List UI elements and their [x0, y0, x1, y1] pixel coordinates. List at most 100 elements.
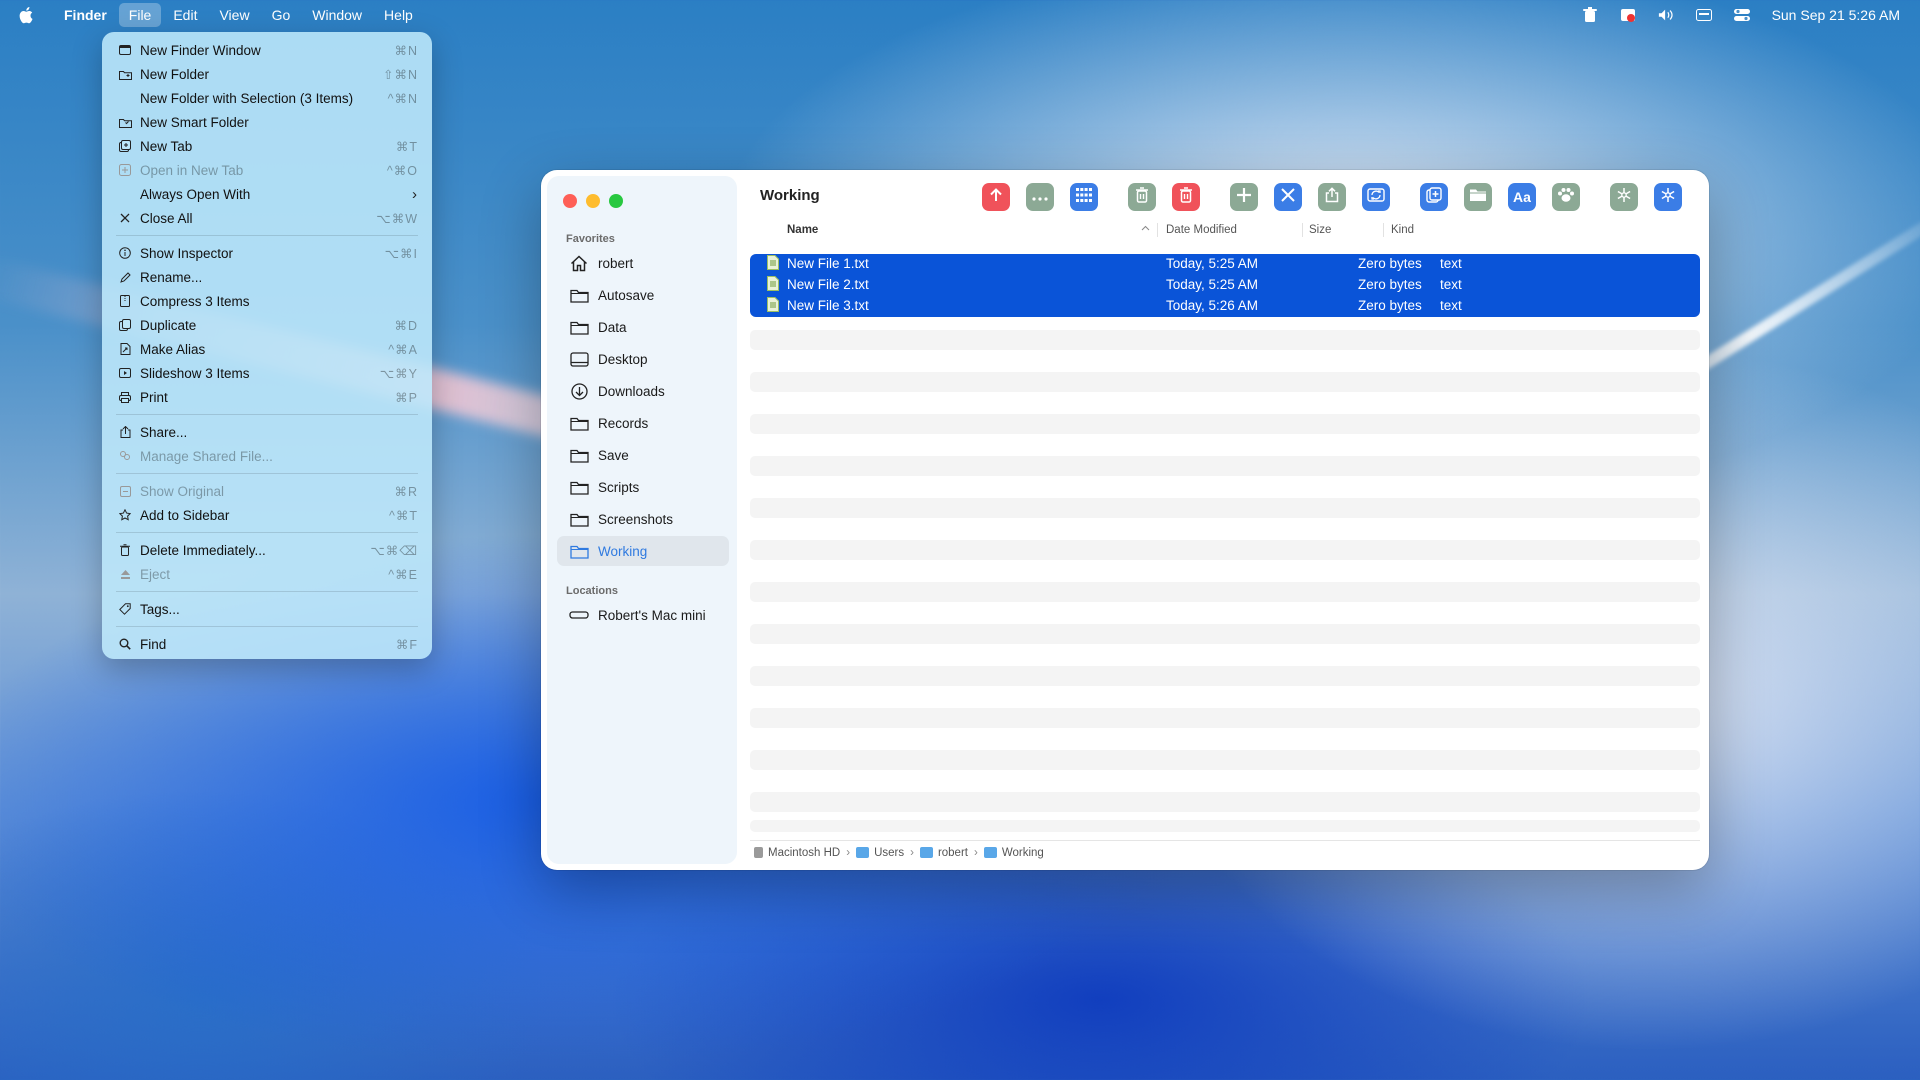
sidebar-item-save[interactable]: Save	[557, 440, 729, 470]
menu-item-show-original[interactable]: Show Original ⌘R	[102, 479, 432, 503]
new-window-toolbar-button[interactable]	[1420, 183, 1448, 211]
menu-separator	[116, 473, 418, 474]
table-row[interactable]: New File 1.txt Today, 5:25 AM Zero bytes…	[750, 254, 1700, 275]
folder-toolbar-button[interactable]	[1464, 183, 1492, 211]
menu-item-eject[interactable]: Eject ^⌘E	[102, 562, 432, 586]
sidebar-item-screenshots[interactable]: Screenshots	[557, 504, 729, 534]
menu-finder[interactable]: Finder	[54, 3, 117, 27]
text-aa-icon: Aa	[1513, 189, 1531, 205]
menu-item-tags[interactable]: Tags...	[102, 597, 432, 621]
info-icon	[118, 246, 132, 260]
menu-item-slideshow[interactable]: Slideshow 3 Items ⌥⌘Y	[102, 361, 432, 385]
sidebar-item-working[interactable]: Working	[557, 536, 729, 566]
sidebar-item-downloads[interactable]: Downloads	[557, 376, 729, 406]
original-icon	[118, 484, 132, 498]
new-window-icon	[118, 43, 132, 57]
smart-folder-icon	[118, 115, 132, 129]
empty-row-stripe	[750, 820, 1700, 832]
refresh-toolbar-button[interactable]	[1362, 183, 1390, 211]
menu-item-manage-shared-file[interactable]: Manage Shared File...	[102, 444, 432, 468]
trash-status-icon[interactable]	[1582, 6, 1598, 23]
menu-item-always-open-with[interactable]: Always Open With ›	[102, 182, 432, 206]
sidebar-item-mac-mini[interactable]: Robert's Mac mini	[557, 600, 729, 630]
menu-window[interactable]: Window	[302, 3, 372, 27]
menu-go[interactable]: Go	[262, 3, 301, 27]
snowflake-blue-toolbar-button[interactable]	[1654, 183, 1682, 211]
menu-bar: Finder File Edit View Go Window Help Sun…	[0, 0, 1920, 29]
column-header: Name Date Modified Size Kind	[755, 220, 1703, 242]
menu-separator	[116, 235, 418, 236]
snowflake-toolbar-button[interactable]	[1610, 183, 1638, 211]
add-toolbar-button[interactable]	[1230, 183, 1258, 211]
menu-item-add-to-sidebar[interactable]: Add to Sidebar ^⌘T	[102, 503, 432, 527]
chevron-right-icon: ›	[846, 846, 851, 859]
text-file-icon	[767, 255, 779, 273]
paw-icon	[1557, 187, 1575, 208]
grid-toolbar-button[interactable]	[1070, 183, 1098, 211]
menu-item-close-all[interactable]: Close All ⌥⌘W	[102, 206, 432, 230]
control-center-icon[interactable]	[1733, 7, 1750, 23]
sidebar-item-scripts[interactable]: Scripts	[557, 472, 729, 502]
new-tab-icon	[118, 139, 132, 153]
sidebar-item-robert[interactable]: robert	[557, 248, 729, 278]
table-row[interactable]: New File 2.txt Today, 5:25 AM Zero bytes…	[750, 275, 1700, 296]
menu-item-make-alias[interactable]: Make Alias ^⌘A	[102, 337, 432, 361]
empty-row-stripe	[750, 708, 1700, 728]
app-status-icon[interactable]	[1620, 7, 1636, 23]
table-row[interactable]: New File 3.txt Today, 5:26 AM Zero bytes…	[750, 296, 1700, 317]
menu-item-new-smart-folder[interactable]: New Smart Folder	[102, 110, 432, 134]
menu-item-new-tab[interactable]: New Tab ⌘T	[102, 134, 432, 158]
menu-item-new-finder-window[interactable]: New Finder Window ⌘N	[102, 38, 432, 62]
file-size: Zero bytes	[1358, 256, 1422, 271]
trash-icon	[118, 543, 132, 557]
sidebar-item-records[interactable]: Records	[557, 408, 729, 438]
menu-item-new-folder-selection[interactable]: New Folder with Selection (3 Items) ^⌘N	[102, 86, 432, 110]
sidebar-item-data[interactable]: Data	[557, 312, 729, 342]
menu-edit[interactable]: Edit	[163, 3, 207, 27]
menu-item-compress[interactable]: Compress 3 Items	[102, 289, 432, 313]
trash-toolbar-button[interactable]	[1128, 183, 1156, 211]
upload-toolbar-button[interactable]	[982, 183, 1010, 211]
zoom-window-button[interactable]	[609, 194, 623, 208]
menu-item-share[interactable]: Share...	[102, 420, 432, 444]
path-segment-users[interactable]: Users	[856, 847, 904, 859]
column-date-modified[interactable]: Date Modified	[1166, 224, 1237, 236]
paw-toolbar-button[interactable]	[1552, 183, 1580, 211]
menu-item-show-inspector[interactable]: Show Inspector ⌥⌘I	[102, 241, 432, 265]
menu-file[interactable]: File	[118, 2, 162, 27]
display-icon[interactable]	[1695, 7, 1712, 23]
share-toolbar-button[interactable]	[1318, 183, 1346, 211]
close-window-button[interactable]	[563, 194, 577, 208]
path-segment-working[interactable]: Working	[983, 847, 1044, 859]
menu-item-delete-immediately[interactable]: Delete Immediately... ⌥⌘⌫	[102, 538, 432, 562]
empty-row-stripe	[750, 750, 1700, 770]
menu-clock[interactable]: Sun Sep 21 5:26 AM	[1772, 7, 1900, 23]
menu-item-open-in-new-tab[interactable]: Open in New Tab ^⌘O	[102, 158, 432, 182]
column-size[interactable]: Size	[1309, 224, 1331, 236]
menu-item-rename[interactable]: Rename...	[102, 265, 432, 289]
menu-help[interactable]: Help	[374, 3, 423, 27]
menu-item-duplicate[interactable]: Duplicate ⌘D	[102, 313, 432, 337]
path-segment-robert[interactable]: robert	[919, 847, 968, 859]
delete-toolbar-button[interactable]	[1172, 183, 1200, 211]
close-icon	[118, 211, 132, 225]
file-kind: text	[1440, 298, 1462, 313]
menu-view[interactable]: View	[209, 3, 259, 27]
column-kind[interactable]: Kind	[1391, 224, 1414, 236]
menu-item-print[interactable]: Print ⌘P	[102, 385, 432, 409]
volume-icon[interactable]	[1658, 7, 1674, 23]
cancel-toolbar-button[interactable]	[1274, 183, 1302, 211]
apple-icon[interactable]	[18, 6, 36, 24]
sidebar-item-desktop[interactable]: Desktop	[557, 344, 729, 374]
more-toolbar-button[interactable]	[1026, 183, 1054, 211]
column-name[interactable]: Name	[787, 224, 818, 236]
font-toolbar-button[interactable]: Aa	[1508, 183, 1536, 211]
minimize-window-button[interactable]	[586, 194, 600, 208]
grid-icon	[1076, 187, 1092, 207]
sidebar-item-autosave[interactable]: Autosave	[557, 280, 729, 310]
menu-item-find[interactable]: Find ⌘F	[102, 632, 432, 656]
menu-item-new-folder[interactable]: New Folder ⇧⌘N	[102, 62, 432, 86]
slideshow-icon	[118, 366, 132, 380]
path-segment-macintosh-hd[interactable]: Macintosh HD	[754, 847, 840, 859]
star-icon	[118, 508, 132, 522]
